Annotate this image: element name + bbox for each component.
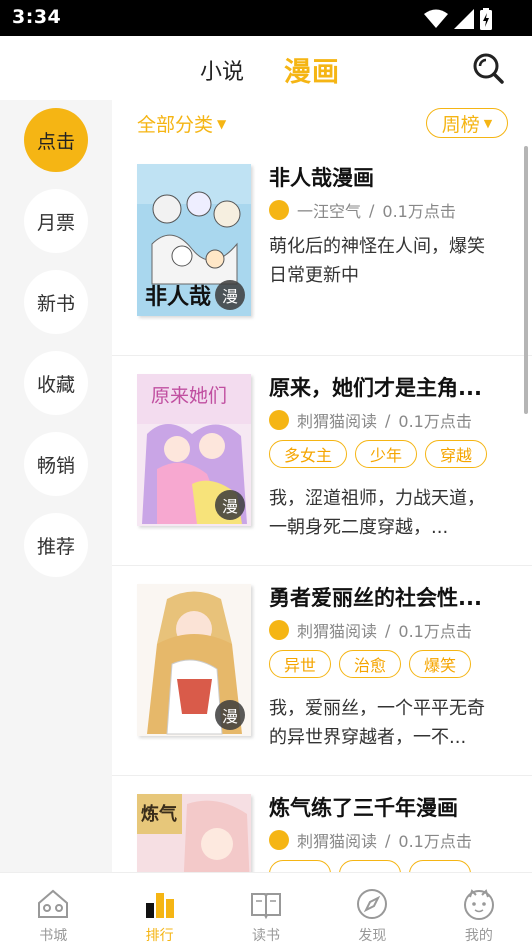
category-filter-label: 全部分类	[137, 114, 214, 136]
sidebar-item-clicks[interactable]: 点击	[24, 108, 88, 172]
cover-title-text: 原来她们	[151, 385, 227, 407]
battery-icon	[480, 8, 492, 30]
book-title[interactable]: 勇者爱丽丝的社会性...	[269, 582, 509, 612]
book-item[interactable]: 非人哉 漫 非人哉漫画 一汪空气 / 0.1万点击 萌化后的神怪在人间，爆笑日常…	[112, 146, 532, 356]
book-cover[interactable]: 非人哉 漫	[137, 164, 251, 316]
meta-separator: /	[369, 200, 375, 220]
nav-label: 我的	[464, 928, 493, 944]
ranking-sidebar: 点击 月票 新书 收藏 畅销 推荐	[0, 100, 112, 872]
book-tags	[269, 860, 471, 872]
bottom-navigation: 书城 排行 读书 发现 我的	[0, 872, 532, 946]
nav-item-discover[interactable]: 发现	[319, 873, 425, 946]
tab-manga[interactable]: 漫画	[284, 50, 340, 89]
tag-chip[interactable]: 异世	[269, 650, 332, 678]
book-item[interactable]: 漫 勇者爱丽丝的社会性... 刺猬猫阅读 / 0.1万点击 异世 治愈 爆笑 我…	[112, 566, 532, 776]
tag-chip[interactable]	[339, 860, 401, 872]
nav-label: 书城	[39, 928, 68, 944]
tag-chip[interactable]: 治愈	[339, 650, 402, 678]
nav-label: 发现	[358, 928, 387, 944]
sidebar-item-monthly-ticket[interactable]: 月票	[24, 189, 88, 253]
book-clicks: 0.1万点击	[398, 622, 472, 641]
bookstore-icon	[38, 889, 69, 918]
manga-badge: 漫	[215, 280, 245, 310]
compass-icon	[357, 889, 388, 919]
category-filter[interactable]: 全部分类 ▼	[137, 110, 226, 137]
dropdown-triangle-icon: ▼	[217, 116, 227, 131]
book-icon	[251, 893, 282, 920]
nav-item-bookstore[interactable]: 书城	[0, 873, 106, 946]
sidebar-item-bestselling[interactable]: 畅销	[24, 432, 88, 496]
book-clicks: 0.1万点击	[398, 832, 472, 851]
author-icon	[269, 200, 289, 220]
book-tags: 异世 治愈 爆笑	[269, 650, 472, 678]
rank-period-dropdown[interactable]: 周榜 ▼	[426, 108, 508, 138]
sidebar-item-favorites[interactable]: 收藏	[24, 351, 88, 415]
rank-period-label: 周榜	[441, 113, 480, 136]
chevron-down-icon: ▼	[483, 116, 493, 130]
nav-item-reading[interactable]: 读书	[213, 873, 319, 946]
book-cover[interactable]: 原来她们 漫	[137, 374, 251, 526]
status-bar: 3:34	[0, 0, 532, 36]
tag-chip[interactable]: 多女主	[269, 440, 348, 468]
tag-chip[interactable]: 爆笑	[409, 650, 472, 678]
meta-separator: /	[385, 620, 391, 640]
cover-title-text: 炼气	[141, 803, 177, 825]
book-tags: 多女主 少年 穿越	[269, 440, 488, 468]
list-scrollbar[interactable]	[524, 146, 528, 414]
tab-novel[interactable]: 小说	[200, 54, 244, 86]
status-icons	[424, 8, 492, 30]
top-header: 小说 漫画	[0, 36, 532, 100]
search-icon[interactable]	[470, 50, 506, 86]
ranking-icon	[145, 893, 174, 918]
book-item[interactable]: 原来她们 漫 原来，她们才是主角... 刺猬猫阅读 / 0.1万点击 多女主 少…	[112, 356, 532, 566]
tag-chip[interactable]	[269, 860, 331, 872]
signal-icon	[454, 9, 474, 29]
tag-chip[interactable]: 少年	[355, 440, 418, 468]
book-cover[interactable]: 炼气	[137, 794, 251, 872]
wifi-icon	[424, 9, 448, 28]
book-title[interactable]: 原来，她们才是主角...	[269, 372, 509, 402]
book-description: 萌化后的神怪在人间，爆笑日常更新中	[269, 236, 485, 286]
tag-chip[interactable]	[409, 860, 471, 872]
book-description: 我，涩道祖师，力战天道，一朝身死二度穿越，...	[269, 488, 485, 538]
meta-separator: /	[385, 830, 391, 850]
author-icon	[269, 410, 289, 430]
book-clicks: 0.1万点击	[398, 412, 472, 431]
book-ranking-list: 全部分类 ▼ 周榜 ▼ 非人哉 漫 非人哉漫画 一汪空气 / 0.1万点击 萌化…	[112, 100, 532, 872]
book-title[interactable]: 非人哉漫画	[269, 162, 509, 192]
book-cover[interactable]: 漫	[137, 584, 251, 736]
status-time: 3:34	[12, 6, 62, 28]
meta-separator: /	[385, 410, 391, 430]
book-author: 一汪空气	[297, 202, 362, 221]
cover-title-text: 非人哉	[145, 284, 211, 310]
nav-label: 排行	[145, 928, 174, 944]
book-author: 刺猬猫阅读	[297, 622, 378, 641]
nav-item-profile[interactable]: 我的	[426, 873, 532, 946]
book-clicks: 0.1万点击	[382, 202, 456, 221]
profile-cat-icon	[463, 889, 494, 920]
manga-badge: 漫	[215, 700, 245, 730]
author-icon	[269, 830, 289, 850]
manga-badge: 漫	[215, 490, 245, 520]
book-item[interactable]: 炼气 炼气练了三千年漫画 刺猬猫阅读 / 0.1万点击	[112, 776, 532, 872]
sidebar-item-new-books[interactable]: 新书	[24, 270, 88, 334]
tag-chip[interactable]: 穿越	[425, 440, 488, 468]
book-author: 刺猬猫阅读	[297, 412, 378, 431]
book-description: 我，爱丽丝，一个平平无奇的异世界穿越者，一不...	[269, 698, 485, 748]
sidebar-item-recommended[interactable]: 推荐	[24, 513, 88, 577]
book-title[interactable]: 炼气练了三千年漫画	[269, 792, 509, 822]
book-meta: 一汪空气 / 0.1万点击	[269, 198, 456, 222]
book-meta: 刺猬猫阅读 / 0.1万点击	[269, 618, 472, 642]
book-author: 刺猬猫阅读	[297, 832, 378, 851]
author-icon	[269, 620, 289, 640]
book-meta: 刺猬猫阅读 / 0.1万点击	[269, 408, 472, 432]
nav-item-ranking[interactable]: 排行	[106, 873, 212, 946]
book-meta: 刺猬猫阅读 / 0.1万点击	[269, 828, 472, 852]
nav-label: 读书	[252, 928, 281, 944]
